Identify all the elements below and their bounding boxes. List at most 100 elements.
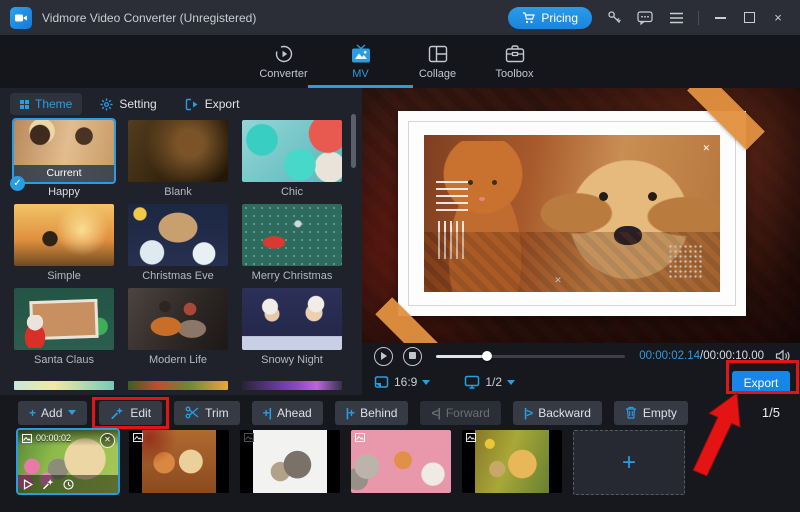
clip-duration-icon[interactable] [63,478,74,490]
theme-thumbnail [128,288,228,350]
panel-tab-label: Export [204,97,240,111]
theme-thumbnail: Current [12,118,116,184]
aspect-ratio-icon [374,376,389,388]
decor-x-mark: ✕ [702,143,710,153]
theme-thumbnail-partial[interactable] [14,381,114,390]
decor-dot-grid [668,244,702,280]
add-clip-slot[interactable]: + [573,430,685,495]
tab-mv[interactable]: MV [308,35,413,88]
tab-label: Collage [418,67,457,80]
panel-scrollbar[interactable] [351,114,356,168]
clip-timeline: 00:00:02 ✕ + [0,428,800,500]
theme-card-snowy-night[interactable]: Snowy Night [240,288,344,370]
theme-thumbnail [128,120,228,182]
trash-icon [625,406,636,419]
theme-card-santa-claus[interactable]: Santa Claus [12,288,116,370]
window-title: Vidmore Video Converter (Unregistered) [42,10,257,25]
image-icon [466,433,476,442]
clip-thumbnail [142,430,216,493]
trim-button[interactable]: Trim [174,400,240,425]
display-scale-select[interactable]: 1/2 [464,375,516,389]
theme-thumbnail [14,204,114,266]
remove-clip-icon[interactable]: ✕ [100,433,115,448]
aspect-ratio-value: 16:9 [394,375,418,389]
converter-icon [275,45,292,62]
timeline-clip-1[interactable]: 00:00:02 ✕ [16,428,120,495]
clip-thumbnail [351,430,451,493]
button-label: Backward [538,405,591,420]
menu-icon[interactable] [667,9,685,27]
chevron-down-icon [68,410,77,415]
add-button[interactable]: + Add [18,400,88,425]
backward-icon: |> [523,405,533,420]
image-icon [355,433,365,442]
video-preview: ✕ ✕ [362,88,800,343]
collage-icon [428,45,447,62]
tab-converter[interactable]: Converter [245,35,322,88]
theme-card-happy[interactable]: Current ✓ Happy [10,118,116,202]
gear-icon [100,97,113,111]
theme-label: Simple [47,270,81,282]
theme-thumbnail-partial[interactable] [128,381,228,390]
tab-toolbox[interactable]: Toolbox [476,35,553,88]
panel-tab-label: Setting [119,97,157,111]
close-button[interactable]: × [770,10,786,26]
clip-play-icon[interactable] [23,478,33,490]
stop-button[interactable] [403,346,422,366]
theme-card-modern-life[interactable]: Modern Life [126,288,230,370]
titlebar-divider [698,10,699,25]
theme-thumbnail [128,204,228,266]
panel-tab-export[interactable]: Export [175,93,250,115]
timeline-clip-4[interactable] [351,430,451,493]
volume-icon[interactable] [774,347,792,365]
theme-label: Snowy Night [261,354,323,366]
theme-label: Modern Life [148,354,208,366]
theme-card-blank[interactable]: Blank [126,120,230,202]
progress-knob[interactable] [482,350,493,361]
button-label: Ahead [276,405,312,420]
minimize-button[interactable] [712,10,728,26]
monitor-icon [465,375,480,389]
selected-check-icon: ✓ [10,176,25,191]
timeline-clip-5[interactable] [462,430,562,493]
clip-thumbnail [253,430,327,493]
behind-button[interactable]: |+ Behind [334,400,409,425]
decor-bars [438,221,464,259]
theme-card-simple[interactable]: Simple [12,204,116,286]
register-key-icon[interactable] [605,9,623,27]
theme-card-chic[interactable]: Chic [240,120,344,202]
pricing-label: Pricing [541,10,578,25]
toolbox-icon [505,44,524,62]
ahead-button[interactable]: +| Ahead [251,400,323,425]
tab-collage[interactable]: Collage [399,35,476,88]
timeline-clip-3[interactable] [240,430,340,493]
theme-grid: Current ✓ Happy Blank Chic Simple Christ… [10,118,348,370]
scissors-icon [185,406,199,419]
backward-button[interactable]: |> Backward [512,400,602,425]
theme-card-merry-christmas[interactable]: Merry Christmas [240,204,344,286]
aspect-ratio-select[interactable]: 16:9 [374,375,431,389]
theme-card-christmas-eve[interactable]: Christmas Eve [126,204,230,286]
empty-button[interactable]: Empty [613,400,688,425]
tab-label: Converter [259,67,308,80]
theme-grid-icon [20,99,29,109]
button-label: Add [41,405,63,420]
clip-edit-icon[interactable] [42,478,54,490]
feedback-icon[interactable] [636,9,654,27]
timeline-clip-2[interactable] [129,430,229,493]
panel-tab-theme[interactable]: Theme [10,93,83,115]
theme-panel: Theme Setting Export Current ✓ Happy Bla… [0,88,362,395]
progress-slider[interactable] [436,350,626,361]
forward-icon: <| [431,405,440,420]
edit-button[interactable]: Edit [92,396,170,429]
puppy-figure [530,138,720,292]
maximize-button[interactable] [741,10,757,26]
theme-thumbnail [242,288,342,350]
app-window: Vidmore Video Converter (Unregistered) P… [0,0,800,512]
panel-tab-setting[interactable]: Setting [90,93,166,115]
play-button[interactable] [374,346,393,366]
theme-thumbnail-partial[interactable] [242,381,342,390]
forward-button[interactable]: <| Forward [420,400,501,425]
pricing-button[interactable]: Pricing [508,6,592,29]
export-button[interactable]: Export [732,371,790,394]
